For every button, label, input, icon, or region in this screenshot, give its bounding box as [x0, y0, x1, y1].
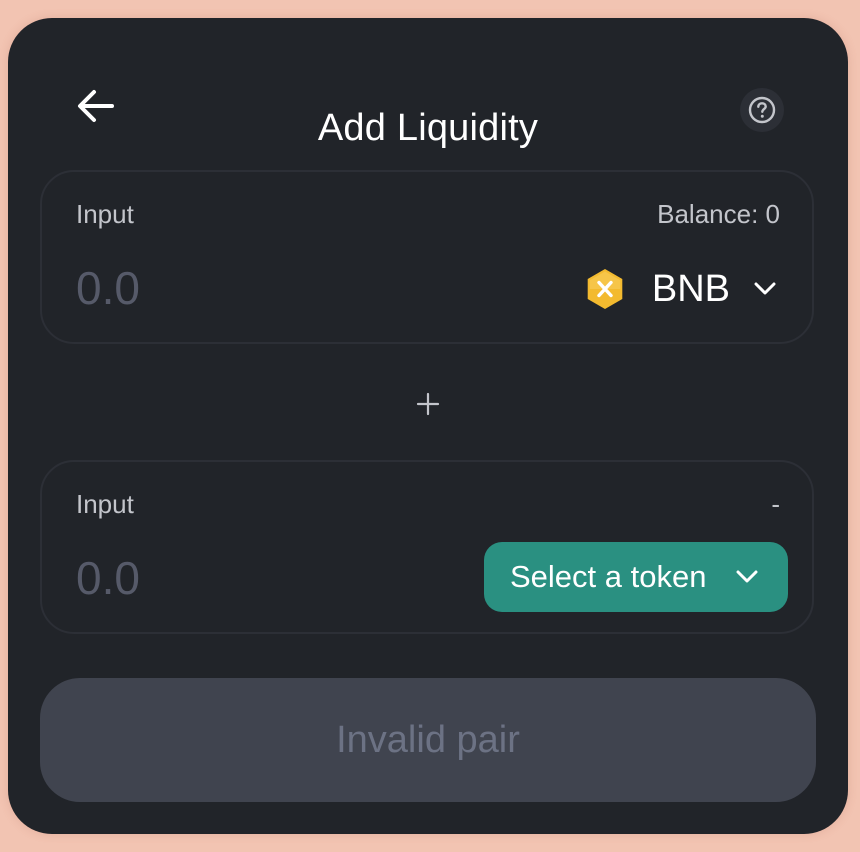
question-circle-icon: [748, 96, 776, 124]
amount-input-2[interactable]: [76, 550, 336, 606]
chevron-down-icon: [736, 570, 758, 584]
select-token-label: Select a token: [510, 559, 707, 594]
page-title: Add Liquidity: [317, 107, 539, 149]
token-select-button[interactable]: BNB: [584, 254, 780, 324]
select-token-button[interactable]: Select a token: [484, 542, 788, 612]
plus-icon: [416, 392, 440, 416]
amount-input-1[interactable]: [76, 260, 336, 316]
plus-separator: [8, 386, 848, 422]
input-label: Input: [76, 199, 134, 229]
bnb-token-icon: [584, 268, 626, 310]
token-symbol: BNB: [651, 268, 730, 310]
add-liquidity-card: Add Liquidity Input Balance: 0 BNB: [8, 18, 848, 834]
chevron-down-icon: [754, 282, 776, 296]
invalid-pair-button[interactable]: Invalid pair: [40, 678, 816, 802]
balance-label: Balance: 0: [657, 199, 780, 229]
balance-label: -: [771, 489, 780, 519]
help-button[interactable]: [740, 88, 784, 132]
input-panel-2: Input - Select a token: [40, 460, 814, 634]
input-label: Input: [76, 489, 134, 519]
input-panel-1: Input Balance: 0 BNB: [40, 170, 814, 344]
